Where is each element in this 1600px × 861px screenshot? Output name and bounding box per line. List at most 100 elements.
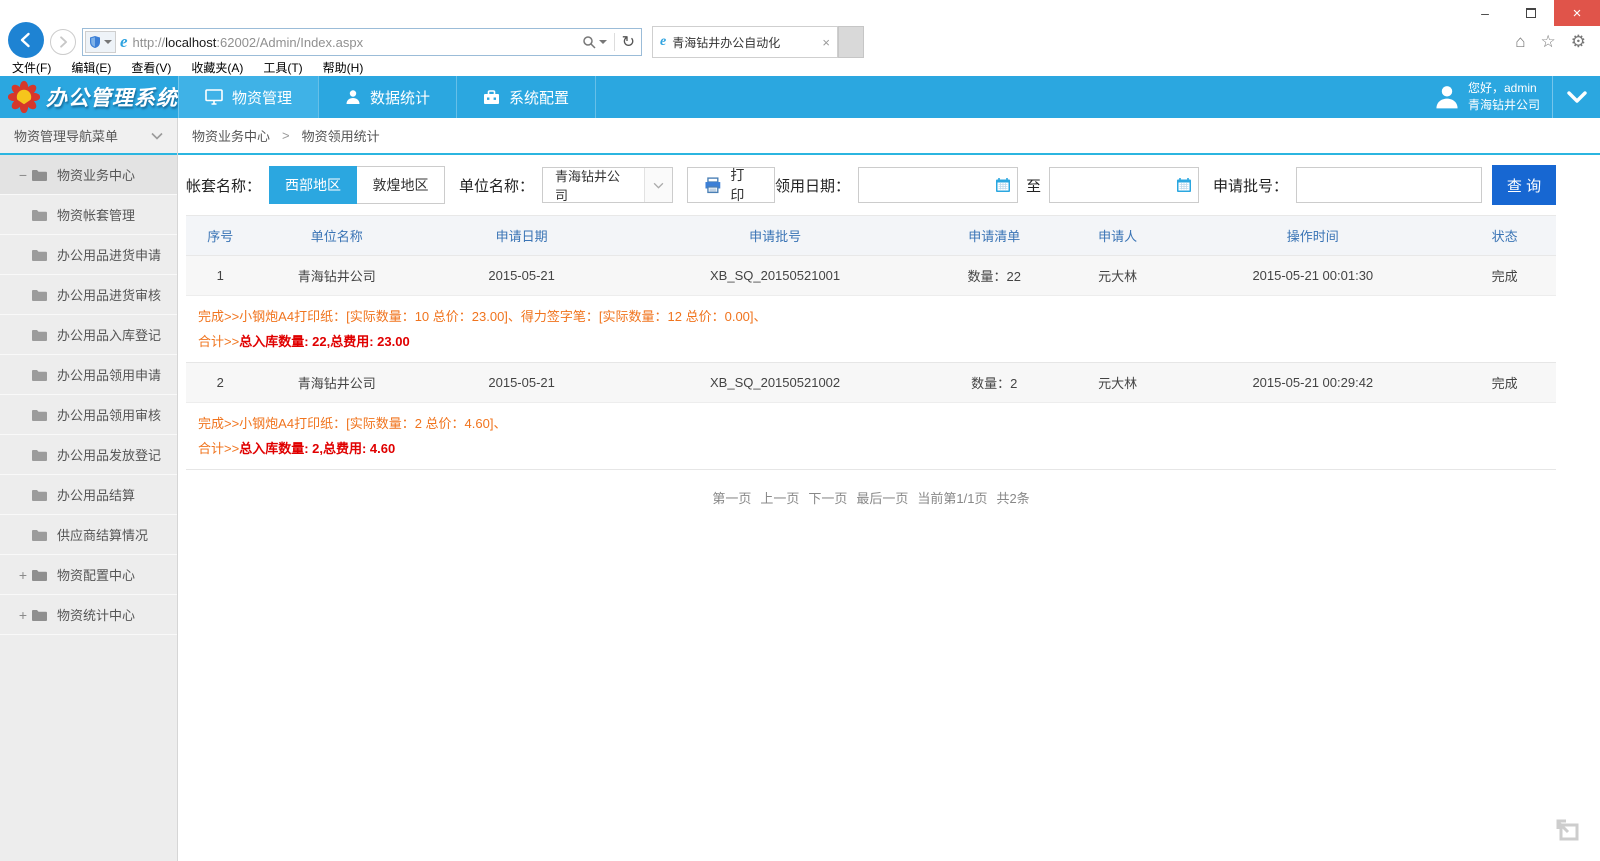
sidebar-item-supplier-settlement[interactable]: 供应商结算情况 [0,515,177,555]
new-tab-button[interactable] [838,26,864,58]
query-button[interactable]: 查 询 [1492,165,1556,205]
date-from-input[interactable] [865,178,995,193]
settings-gear-icon[interactable]: ⚙ [1571,32,1586,52]
nav-item-materials[interactable]: 物资管理 [178,76,318,118]
detail-total-prefix: 合计>> [198,334,239,349]
nav-item-statistics[interactable]: 数据统计 [318,76,456,118]
menu-edit[interactable]: 编辑(E) [71,59,111,76]
sidebar-item-material-statistics-center[interactable]: + 物资统计中心 [0,595,177,635]
forward-button[interactable] [50,29,76,55]
cell-unit-name: 青海钻井公司 [255,256,419,296]
sidebar-item-requisition-review[interactable]: 办公用品领用审核 [0,395,177,435]
collapse-minus-icon[interactable]: − [15,167,31,183]
sidebar: 物资管理导航菜单 − 物资业务中心 物资帐套管理 办公用品进货申请 办公用品进货… [0,118,178,861]
sidebar-item-label: 物资统计中心 [57,605,135,624]
refresh-icon[interactable]: ↻ [622,32,635,52]
folder-icon [31,328,48,342]
sidebar-item-material-config-center[interactable]: + 物资配置中心 [0,555,177,595]
cell-batch-number: XB_SQ_20150521002 [624,363,925,403]
favorites-star-icon[interactable]: ☆ [1541,32,1556,52]
address-bar[interactable]: e http://localhost:62002/Admin/Index.asp… [82,28,642,56]
expand-plus-icon[interactable]: + [15,607,31,623]
ie-page-icon: e [120,32,128,52]
unit-select[interactable]: 青海钻井公司 [542,167,673,203]
sidebar-item-account-set-mgmt[interactable]: 物资帐套管理 [0,195,177,235]
folder-icon [31,368,48,382]
page-prev[interactable]: 上一页 [760,488,799,507]
page-next[interactable]: 下一页 [808,488,847,507]
detail-items-line: 完成>>小钢炮A4打印纸：[实际数量：2 总价：4.60]、 [198,411,1544,436]
toggle-dunhuang-region[interactable]: 敦煌地区 [357,166,445,204]
table-row[interactable]: 2 青海钻井公司 2015-05-21 XB_SQ_20150521002 数量… [186,363,1556,403]
forward-arrow-icon [56,35,70,49]
back-button[interactable] [8,22,44,58]
cell-operate-time: 2015-05-21 00:01:30 [1172,256,1453,296]
folder-icon [31,488,48,502]
tab-close-icon[interactable]: × [822,35,830,50]
toggle-west-region[interactable]: 西部地区 [269,166,357,204]
sidebar-item-distribution-register[interactable]: 办公用品发放登记 [0,435,177,475]
folder-icon [31,248,48,262]
chevron-down-icon [151,132,163,140]
cell-apply-list: 数量：2 [926,363,1063,403]
search-icon[interactable] [582,35,596,49]
security-shield-dropdown[interactable] [85,31,116,53]
menu-view[interactable]: 查看(V) [131,59,171,76]
maximize-button[interactable] [1508,0,1554,26]
breadcrumb: 物资业务中心 > 物资领用统计 [178,118,1600,155]
col-apply-list: 申请清单 [926,216,1063,256]
user-info[interactable]: 您好，admin 青海钻井公司 [1422,76,1552,118]
nav-item-label: 数据统计 [370,87,430,108]
search-caret-icon[interactable] [599,40,607,44]
date-from-field[interactable] [858,167,1018,203]
cell-apply-date: 2015-05-21 [419,363,625,403]
expand-plus-icon[interactable]: + [15,567,31,583]
batch-number-label: 申请批号： [1213,175,1288,196]
sidebar-item-warehouse-entry[interactable]: 办公用品入库登记 [0,315,177,355]
cell-status: 完成 [1453,256,1556,296]
sidebar-item-purchase-review[interactable]: 办公用品进货审核 [0,275,177,315]
print-button[interactable]: 打印 [687,167,775,203]
calendar-icon[interactable] [1176,177,1192,193]
user-menu-toggle[interactable] [1552,76,1600,118]
sidebar-item-label: 物资配置中心 [57,565,135,584]
minimize-button[interactable]: – [1462,0,1508,26]
sidebar-item-label: 物资帐套管理 [57,205,135,224]
menu-file[interactable]: 文件(F) [12,59,51,76]
sidebar-item-requisition-request[interactable]: 办公用品领用申请 [0,355,177,395]
requisition-table: 序号 单位名称 申请日期 申请批号 申请清单 申请人 操作时间 状态 1 青海钻… [186,215,1556,470]
sidebar-item-settlement[interactable]: 办公用品结算 [0,475,177,515]
date-to-input[interactable] [1056,178,1176,193]
select-caret[interactable] [644,168,672,202]
batch-number-field[interactable] [1296,167,1482,203]
sidebar-header[interactable]: 物资管理导航菜单 [0,118,177,155]
date-to-field[interactable] [1049,167,1199,203]
petro-flower-logo-icon [8,80,40,114]
home-icon[interactable]: ⌂ [1515,32,1525,52]
printer-icon [704,177,722,194]
nav-item-system-config[interactable]: 系统配置 [456,76,596,118]
calendar-icon[interactable] [995,177,1011,193]
menu-favorites[interactable]: 收藏夹(A) [191,59,243,76]
browser-navigation-bar: e http://localhost:62002/Admin/Index.asp… [0,26,1600,58]
popout-resize-icon[interactable] [1554,816,1582,849]
chevron-down-icon [1567,91,1587,103]
sidebar-item-label: 办公用品结算 [57,485,135,504]
table-row[interactable]: 1 青海钻井公司 2015-05-21 XB_SQ_20150521001 数量… [186,256,1556,296]
sidebar-item-purchase-request[interactable]: 办公用品进货申请 [0,235,177,275]
page-first[interactable]: 第一页 [712,488,751,507]
cell-apply-list: 数量：22 [926,256,1063,296]
page-last[interactable]: 最后一页 [856,488,908,507]
breadcrumb-parent[interactable]: 物资业务中心 [192,126,270,145]
close-button[interactable]: × [1554,0,1600,26]
menu-help[interactable]: 帮助(H) [323,59,364,76]
batch-number-input[interactable] [1303,178,1475,193]
app-top-nav: 办公管理系统 物资管理 数据统计 系统配置 您好，admin 青海钻井公司 [0,76,1600,118]
user-greeting: 您好，admin [1468,80,1540,97]
main-content: 物资业务中心 > 物资领用统计 帐套名称： 西部地区 敦煌地区 单位名称： 青海… [178,118,1600,861]
sidebar-item-material-business-center[interactable]: − 物资业务中心 [0,155,177,195]
page-total-info: 共2条 [996,488,1029,507]
menu-tools[interactable]: 工具(T) [263,59,302,76]
browser-tab[interactable]: e 青海钻井办公自动化 × [652,26,838,58]
page-current-info: 当前第1/1页 [917,488,987,507]
